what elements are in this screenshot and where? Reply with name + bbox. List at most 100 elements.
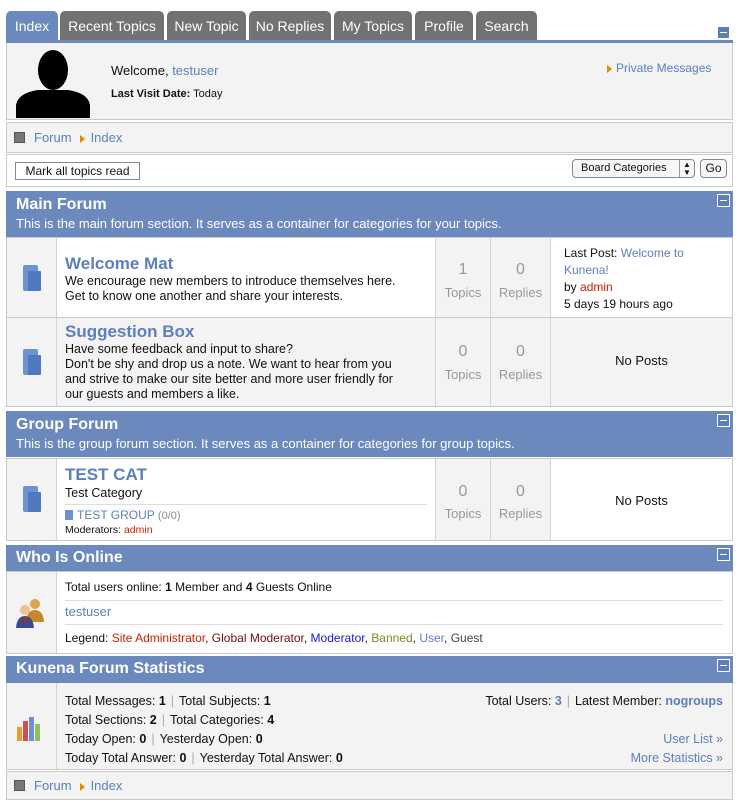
breadcrumb-path: Forum Index bbox=[34, 778, 122, 793]
avatar[interactable] bbox=[16, 47, 90, 118]
collapse-main-forum-button[interactable] bbox=[717, 194, 730, 207]
users-icon bbox=[16, 599, 44, 628]
bar-chart-icon bbox=[17, 717, 40, 741]
total-users-value[interactable]: 3 bbox=[555, 694, 562, 708]
forum-title-link[interactable]: Suggestion Box bbox=[65, 322, 194, 342]
tab-profile[interactable]: Profile bbox=[415, 11, 473, 41]
forum-row-test-cat: TEST CAT Test Category TEST GROUP (0/0) … bbox=[6, 458, 733, 541]
forum-title-link[interactable]: Welcome Mat bbox=[65, 254, 173, 274]
online-guests-count: 4 bbox=[245, 580, 253, 594]
breadcrumb-forum[interactable]: Forum bbox=[34, 130, 72, 145]
forum-title-link[interactable]: TEST CAT bbox=[65, 465, 147, 485]
last-post-author[interactable]: admin bbox=[580, 280, 613, 294]
folder-icon bbox=[23, 349, 41, 375]
main-forum-header: Main Forum This is the main forum sectio… bbox=[6, 191, 733, 237]
forum-icon-cell bbox=[7, 459, 57, 540]
tab-search[interactable]: Search bbox=[476, 11, 537, 41]
section-title: Group Forum bbox=[16, 416, 119, 433]
total-subjects-label: Total Subjects: bbox=[179, 694, 261, 708]
total-categories-label: Total Categories: bbox=[169, 713, 264, 727]
folder-icon bbox=[65, 510, 73, 520]
last-post-label: Last Post: bbox=[564, 246, 618, 260]
legend-site-admin: Site Administrator bbox=[111, 631, 206, 645]
who-is-online-box: Total users online: 1 Member and 4 Guest… bbox=[6, 571, 733, 654]
legend-moderator: Moderator bbox=[310, 631, 365, 645]
today-answer-value: 0 bbox=[179, 751, 187, 765]
topics-label: Topics bbox=[444, 367, 482, 382]
section-description: This is the main forum section. It serve… bbox=[16, 216, 502, 231]
desc-line: We encourage new members to introduce th… bbox=[65, 274, 396, 288]
board-select-value: Board Categories bbox=[581, 162, 667, 174]
total-subjects-value: 1 bbox=[263, 694, 271, 708]
last-visit-value: Today bbox=[193, 88, 223, 100]
subforum-count: (0/0) bbox=[157, 510, 181, 522]
last-post-link[interactable]: Welcome to bbox=[621, 246, 684, 260]
legend: Legend: Site Administrator, Global Moder… bbox=[65, 631, 483, 645]
board-select[interactable]: Board Categories ▲ ▼ bbox=[572, 159, 695, 178]
forum-description: Test Category bbox=[65, 486, 143, 500]
total-sections-label: Total Sections: bbox=[65, 713, 147, 727]
collapse-group-forum-button[interactable] bbox=[717, 414, 730, 427]
latest-member-label: Latest Member: bbox=[575, 694, 662, 708]
collapse-online-button[interactable] bbox=[717, 548, 730, 561]
tab-no-replies[interactable]: No Replies bbox=[249, 11, 331, 41]
legend-global-moderator: Global Moderator bbox=[211, 631, 304, 645]
more-statistics-link[interactable]: More Statistics » bbox=[631, 751, 723, 765]
total-users-label: Total Users: bbox=[485, 694, 552, 708]
profile-box: Welcome, testuser Last Visit Date: Today… bbox=[6, 43, 733, 120]
breadcrumb-forum[interactable]: Forum bbox=[34, 778, 72, 793]
user-list-link[interactable]: User List » bbox=[663, 732, 723, 746]
desc-line: Don't be shy and drop us a note. We want… bbox=[65, 357, 392, 371]
replies-count: 0 bbox=[516, 343, 525, 360]
legend-guest: Guest bbox=[450, 631, 483, 645]
last-post-link-2[interactable]: Kunena! bbox=[564, 262, 684, 279]
stats-icon-cell bbox=[7, 683, 57, 769]
moderator-link[interactable]: admin bbox=[124, 524, 153, 536]
forum-description: We encourage new members to introduce th… bbox=[65, 274, 396, 304]
forum-row-welcome-mat: Welcome Mat We encourage new members to … bbox=[6, 237, 733, 318]
today-open-value: 0 bbox=[139, 732, 147, 746]
go-button[interactable]: Go bbox=[700, 159, 727, 178]
no-posts: No Posts bbox=[615, 353, 668, 368]
total-messages-label: Total Messages: bbox=[65, 694, 156, 708]
moderators: Moderators: admin bbox=[65, 524, 153, 536]
total-categories-value: 4 bbox=[267, 713, 275, 727]
statistics-box: Total Messages: 1 | Total Subjects: 1 Tota… bbox=[6, 683, 733, 770]
breadcrumb-index[interactable]: Index bbox=[91, 778, 123, 793]
folder-icon bbox=[23, 486, 41, 512]
topics-count: 0 bbox=[458, 483, 468, 500]
private-messages-link[interactable]: Private Messages bbox=[616, 61, 711, 75]
online-members-count: 1 bbox=[165, 580, 172, 594]
total-sections-value: 2 bbox=[149, 713, 157, 727]
legend-label: Legend: bbox=[65, 631, 109, 645]
yesterday-open-label: Yesterday Open: bbox=[159, 732, 253, 746]
mark-read-button[interactable]: Mark all topics read bbox=[15, 162, 140, 180]
latest-member-link[interactable]: nogroups bbox=[665, 694, 723, 708]
tab-recent-topics[interactable]: Recent Topics bbox=[60, 11, 164, 41]
last-visit-label: Last Visit Date: bbox=[111, 88, 191, 100]
welcome-line: Welcome, testuser bbox=[111, 63, 218, 78]
replies-cell: 0 Replies bbox=[491, 459, 551, 540]
username-link[interactable]: testuser bbox=[172, 63, 218, 78]
online-summary: Total users online: 1 Member and 4 Guest… bbox=[65, 580, 332, 594]
replies-count: 0 bbox=[516, 261, 525, 278]
collapse-profile-button[interactable] bbox=[717, 26, 730, 39]
online-total-label: Total users online: bbox=[65, 580, 162, 594]
subforum-link[interactable]: TEST GROUP bbox=[77, 508, 155, 522]
online-user-link[interactable]: testuser bbox=[65, 604, 111, 619]
collapse-statistics-button[interactable] bbox=[717, 659, 730, 672]
today-open-label: Today Open: bbox=[65, 732, 136, 746]
arrow-icon bbox=[79, 134, 85, 143]
folder-icon bbox=[23, 265, 41, 291]
tab-new-topic[interactable]: New Topic bbox=[167, 11, 246, 41]
no-posts: No Posts bbox=[615, 493, 668, 508]
breadcrumb-index[interactable]: Index bbox=[91, 130, 123, 145]
replies-label: Replies bbox=[498, 367, 543, 382]
online-guest-text: Guests Online bbox=[255, 580, 332, 594]
tab-index[interactable]: Index bbox=[6, 11, 58, 41]
topics-label: Topics bbox=[444, 506, 482, 521]
today-answer-label: Today Total Answer: bbox=[65, 751, 176, 765]
last-post-time: 5 days 19 hours ago bbox=[564, 297, 673, 311]
tab-my-topics[interactable]: My Topics bbox=[334, 11, 412, 41]
yesterday-open-value: 0 bbox=[255, 732, 263, 746]
